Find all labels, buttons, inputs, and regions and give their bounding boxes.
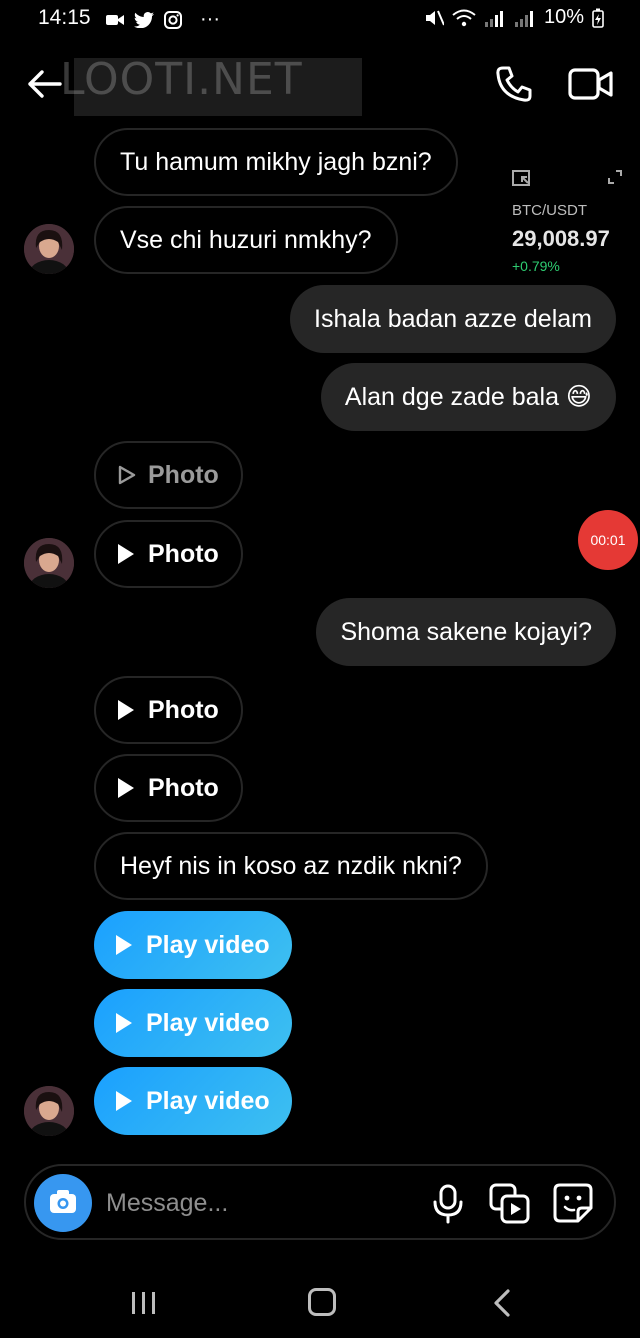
avatar[interactable] <box>24 224 74 274</box>
system-status: 10% <box>424 6 604 29</box>
play-icon <box>116 1013 132 1033</box>
expand-icon[interactable] <box>608 170 622 184</box>
photo-message[interactable]: Photo <box>94 754 243 822</box>
battery-icon <box>592 8 604 28</box>
outgoing-message[interactable]: Ishala badan azze delam <box>290 285 616 353</box>
avatar[interactable] <box>24 538 74 588</box>
incoming-message[interactable]: Tu hamum mikhy jagh bzni? <box>94 128 458 196</box>
video-message[interactable]: Play video <box>94 989 292 1057</box>
mute-icon <box>425 10 444 25</box>
sticker-icon[interactable] <box>552 1182 594 1224</box>
photo-label: Photo <box>148 773 219 802</box>
btc-pair: BTC/USDT <box>512 202 587 219</box>
avatar-image <box>24 538 74 588</box>
camera-icon <box>50 1190 76 1213</box>
btc-price: 29,008.97 <box>512 226 610 251</box>
avatar-image <box>24 224 74 274</box>
recording-timer-badge[interactable]: 00:01 <box>578 510 638 570</box>
more-notifications: ··· <box>200 8 220 30</box>
btc-change: +0.79% <box>512 258 560 274</box>
status-bar: 14:15 ··· 10% <box>0 0 640 40</box>
android-navbar <box>0 1270 640 1338</box>
watermark: LOOTI.NET <box>60 54 303 105</box>
photo-message[interactable]: Photo <box>94 676 243 744</box>
video-message[interactable]: Play video <box>94 1067 292 1135</box>
play-icon <box>118 778 134 798</box>
microphone-icon[interactable] <box>430 1184 466 1224</box>
recent-apps-icon[interactable] <box>130 1290 158 1316</box>
twitter-icon <box>134 11 154 28</box>
photo-label: Photo <box>148 695 219 724</box>
back-arrow-icon[interactable] <box>24 64 64 104</box>
video-label: Play video <box>146 930 270 959</box>
signal-icon-2 <box>514 10 533 27</box>
video-label: Play video <box>146 1086 270 1115</box>
photo-label: Photo <box>148 460 219 489</box>
photo-message[interactable]: Photo <box>94 441 243 509</box>
message-text: Tu hamum mikhy jagh bzni? <box>120 147 432 176</box>
play-icon <box>116 1091 132 1111</box>
status-time: 14:15 <box>38 6 91 29</box>
message-composer <box>24 1164 616 1240</box>
play-icon <box>118 544 134 564</box>
outgoing-message[interactable]: Alan dge zade bala 😅 <box>320 363 616 431</box>
outgoing-message[interactable]: Shoma sakene kojayi? <box>316 598 616 666</box>
gallery-icon[interactable] <box>488 1182 532 1226</box>
signal-icon <box>484 10 503 27</box>
chat-header: LOOTI.NET <box>0 50 640 120</box>
message-text: Heyf nis in koso az nzdik nkni? <box>120 851 462 880</box>
wifi-icon <box>452 9 476 26</box>
camera-button[interactable] <box>34 1174 92 1232</box>
instagram-icon <box>164 10 182 29</box>
avatar[interactable] <box>24 1086 74 1136</box>
message-text: Alan dge zade bala 😅 <box>344 383 592 411</box>
incoming-message[interactable]: Heyf nis in koso az nzdik nkni? <box>94 832 488 900</box>
message-input[interactable] <box>106 1182 406 1224</box>
video-notification-icon <box>106 14 124 25</box>
message-text: Vse chi huzuri nmkhy? <box>120 225 372 254</box>
message-text: Ishala badan azze delam <box>314 304 592 333</box>
photo-label: Photo <box>148 539 219 568</box>
play-outline-icon <box>118 465 136 485</box>
video-call-icon[interactable] <box>568 64 614 104</box>
phone-call-icon[interactable] <box>494 64 534 104</box>
battery-percent: 10% <box>543 6 584 28</box>
home-icon[interactable] <box>308 1288 336 1316</box>
play-icon <box>116 935 132 955</box>
collapse-icon[interactable] <box>512 170 534 188</box>
message-text: Shoma sakene kojayi? <box>340 617 592 646</box>
avatar-image <box>24 1086 74 1136</box>
notification-icons: ··· <box>106 8 220 31</box>
incoming-message[interactable]: Vse chi huzuri nmkhy? <box>94 206 398 274</box>
video-message[interactable]: Play video <box>94 911 292 979</box>
nav-back-icon[interactable] <box>490 1288 514 1318</box>
photo-message[interactable]: Photo <box>94 520 243 588</box>
play-icon <box>118 700 134 720</box>
video-label: Play video <box>146 1008 270 1037</box>
btc-price-widget[interactable]: BTC/USDT 29,008.97 +0.79% <box>504 168 636 278</box>
